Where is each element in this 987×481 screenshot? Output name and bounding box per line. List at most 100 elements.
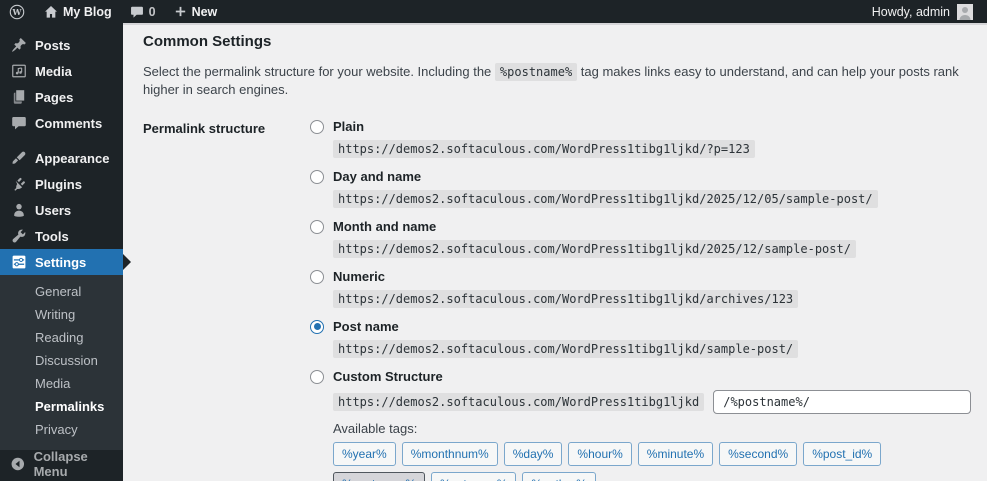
option-plain-radio-row[interactable]: Plain <box>310 119 971 134</box>
admin-sidebar: Posts Media Pages Comments Appearance Pl… <box>0 23 131 481</box>
radio-custom-structure[interactable] <box>310 369 324 384</box>
sidebar-item-settings[interactable]: Settings <box>0 249 131 275</box>
custom-structure-line: https://demos2.softaculous.com/WordPress… <box>333 390 972 414</box>
page-title: Common Settings <box>143 33 272 50</box>
avatar[interactable] <box>957 3 973 20</box>
tag-post-id-button[interactable]: %post_id% <box>803 442 882 466</box>
option-custom-radio-row[interactable]: Custom Structure <box>310 369 971 384</box>
option-label: Month and name <box>333 219 437 234</box>
option-day-name-radio-row[interactable]: Day and name <box>310 169 971 184</box>
option-label: Custom Structure <box>333 369 443 384</box>
tag-year-button[interactable]: %year% <box>333 442 396 466</box>
option-url: https://demos2.softaculous.com/WordPress… <box>333 290 799 308</box>
sidebar-item-tools[interactable]: Tools <box>0 223 123 249</box>
paintbrush-icon <box>12 151 26 164</box>
new-label: New <box>191 4 218 19</box>
sidebar-item-posts[interactable]: Posts <box>0 32 123 58</box>
option-url: https://demos2.softaculous.com/WordPress… <box>333 140 755 158</box>
sidebar-item-label: Appearance <box>35 150 110 166</box>
comments-icon <box>12 117 26 130</box>
svg-text:W: W <box>12 6 23 16</box>
wordpress-logo-icon: W <box>9 4 25 20</box>
pin-icon <box>12 37 26 52</box>
wordpress-admin-screen: W My Blog 0 New Howdy, admin Posts Media… <box>0 0 987 481</box>
option-label: Post name <box>333 319 399 334</box>
tag-category-button[interactable]: %category% <box>431 472 517 481</box>
submenu-item-permalinks[interactable]: Permalinks <box>0 396 123 419</box>
settings-submenu: General Writing Reading Discussion Media… <box>0 275 123 450</box>
option-post-name: Post name https://demos2.softaculous.com… <box>310 319 971 358</box>
comments-count: 0 <box>148 4 156 19</box>
admin-bar-site-link[interactable]: My Blog <box>35 0 121 23</box>
admin-bar-new[interactable]: New <box>165 0 227 23</box>
postname-inline-code: %postname% <box>494 63 578 81</box>
intro-text: Select the permalink structure for your … <box>143 63 967 99</box>
option-label: Plain <box>333 119 365 134</box>
submenu-item-reading[interactable]: Reading <box>0 327 123 350</box>
tag-minute-button[interactable]: %minute% <box>637 442 714 466</box>
option-label: Numeric <box>333 269 386 284</box>
comment-bubble-icon <box>130 5 144 19</box>
tag-postname-button[interactable]: %postname% <box>333 472 426 481</box>
option-custom-structure: Custom Structure https://demos2.softacul… <box>310 369 972 481</box>
custom-url-prefix: https://demos2.softaculous.com/WordPress… <box>333 393 705 411</box>
option-month-name: Month and name https://demos2.softaculou… <box>310 219 971 258</box>
howdy-text: Howdy, admin <box>871 4 950 19</box>
home-icon <box>44 5 58 19</box>
sidebar-item-users[interactable]: Users <box>0 197 123 223</box>
sidebar-item-label: Media <box>35 63 72 79</box>
sidebar-item-label: Users <box>35 202 72 218</box>
user-icon <box>14 203 24 217</box>
option-plain: Plain https://demos2.softaculous.com/Wor… <box>310 119 971 158</box>
option-label: Day and name <box>333 169 422 184</box>
wrench-icon <box>12 229 26 243</box>
option-post-name-radio-row[interactable]: Post name <box>310 319 971 334</box>
submenu-item-privacy[interactable]: Privacy <box>0 419 123 442</box>
sidebar-item-label: Posts <box>35 37 71 53</box>
radio-plain[interactable] <box>310 119 324 134</box>
option-month-name-radio-row[interactable]: Month and name <box>310 219 971 234</box>
sidebar-item-label: Settings <box>35 254 87 270</box>
option-numeric: Numeric https://demos2.softaculous.com/W… <box>310 269 971 308</box>
menu-separator <box>0 136 123 145</box>
sidebar-item-appearance[interactable]: Appearance <box>0 145 123 171</box>
wordpress-logo-menu[interactable]: W <box>0 0 35 23</box>
sidebar-item-pages[interactable]: Pages <box>0 84 123 110</box>
permalink-structure-row: Permalink structure Plain https://demos2… <box>143 119 972 481</box>
submenu-item-general[interactable]: General <box>0 281 123 304</box>
pages-icon <box>13 90 25 104</box>
radio-post-name[interactable] <box>310 319 324 334</box>
sidebar-item-label: Plugins <box>35 176 82 192</box>
tag-hour-button[interactable]: %hour% <box>568 442 632 466</box>
admin-bar-comments[interactable]: 0 <box>121 0 165 23</box>
tag-second-button[interactable]: %second% <box>719 442 798 466</box>
radio-month-name[interactable] <box>310 219 324 234</box>
tag-day-button[interactable]: %day% <box>503 442 563 466</box>
submenu-item-writing[interactable]: Writing <box>0 304 123 327</box>
option-url: https://demos2.softaculous.com/WordPress… <box>333 240 856 258</box>
available-tags-block: Available tags: %year% %monthnum% %day% … <box>333 421 971 481</box>
sidebar-item-label: Tools <box>35 228 69 244</box>
tag-author-button[interactable]: %author% <box>522 472 596 481</box>
submenu-item-media[interactable]: Media <box>0 373 123 396</box>
collapse-arrow-icon <box>11 457 25 471</box>
permalink-structure-label: Permalink structure <box>143 121 266 136</box>
tag-monthnum-button[interactable]: %monthnum% <box>401 442 498 466</box>
site-name: My Blog <box>63 4 112 19</box>
option-numeric-radio-row[interactable]: Numeric <box>310 269 971 284</box>
sidebar-item-media[interactable]: Media <box>0 58 123 84</box>
collapse-menu-button[interactable]: Collapse Menu <box>0 449 123 479</box>
permalink-options: Plain https://demos2.softaculous.com/Wor… <box>310 119 972 481</box>
plug-icon <box>14 177 25 191</box>
admin-bar-account[interactable]: Howdy, admin <box>871 3 987 20</box>
radio-day-name[interactable] <box>310 169 324 184</box>
custom-structure-input[interactable] <box>713 390 972 414</box>
admin-bar: W My Blog 0 New Howdy, admin <box>0 0 987 23</box>
submenu-item-discussion[interactable]: Discussion <box>0 350 123 373</box>
option-url: https://demos2.softaculous.com/WordPress… <box>333 190 878 208</box>
sidebar-item-plugins[interactable]: Plugins <box>0 171 123 197</box>
available-tags-label: Available tags: <box>333 421 418 436</box>
radio-numeric[interactable] <box>310 269 324 284</box>
sidebar-item-comments[interactable]: Comments <box>0 110 123 136</box>
media-icon <box>12 64 26 78</box>
